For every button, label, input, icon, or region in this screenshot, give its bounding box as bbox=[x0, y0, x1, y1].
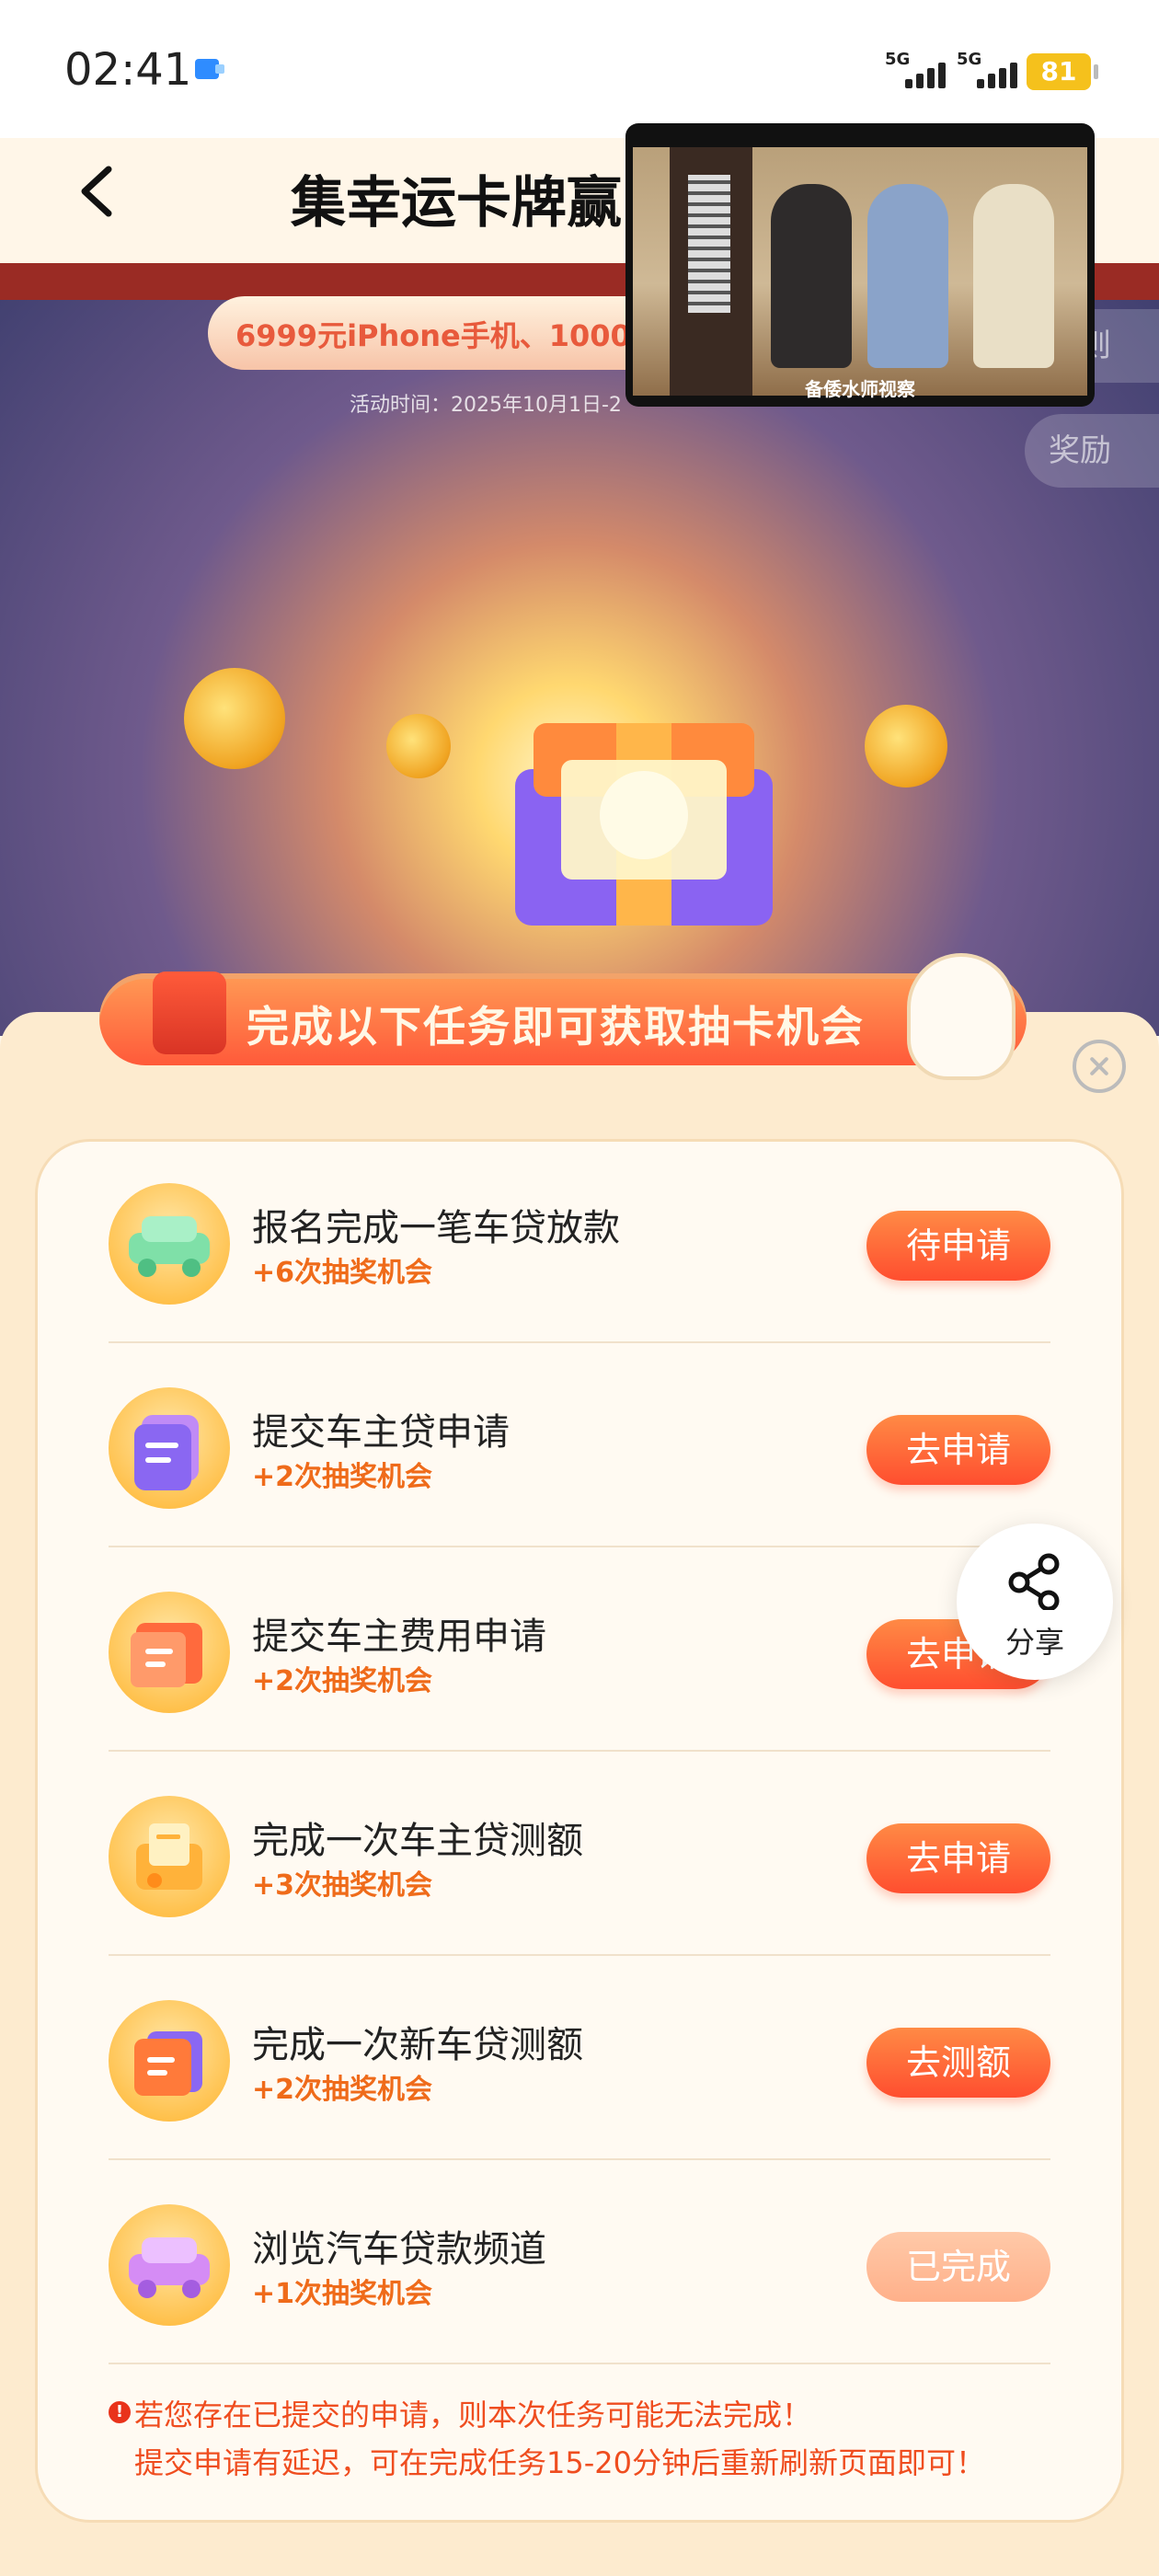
task-item: 提交车主贷申请 +2次抽奖机会 去申请 bbox=[109, 1345, 1050, 1547]
task-title: 提交车主贷申请 bbox=[252, 1411, 510, 1454]
status-bar: 02:41 5G 5G 81 bbox=[0, 0, 1159, 138]
apply-button[interactable]: 去申请 bbox=[866, 1823, 1050, 1893]
task-item: 完成一次新车贷测额 +2次抽奖机会 去测额 bbox=[109, 1958, 1050, 2160]
back-icon[interactable] bbox=[74, 164, 120, 219]
coin-icon bbox=[386, 714, 451, 778]
notice-line: 若您存在已提交的申请，则本次任务可能无法完成！ bbox=[134, 2398, 812, 2432]
task-reward: +2次抽奖机会 bbox=[252, 1461, 433, 1493]
pending-apply-button[interactable]: 待申请 bbox=[866, 1211, 1050, 1281]
video-caption: 备倭水师视察 bbox=[805, 378, 915, 400]
gift-box-icon bbox=[478, 668, 809, 944]
divider bbox=[109, 2363, 1050, 2364]
signal-icon: 5G bbox=[957, 50, 1030, 90]
rewards-button[interactable]: 奖励 bbox=[1025, 414, 1159, 488]
document-icon bbox=[109, 1592, 230, 1713]
task-reward: +2次抽奖机会 bbox=[252, 1665, 433, 1697]
cards-icon bbox=[109, 1387, 230, 1509]
task-item: 提交车主费用申请 +2次抽奖机会 去申请 bbox=[109, 1549, 1050, 1752]
signal-icon: 5G bbox=[885, 50, 958, 90]
task-title: 浏览汽车贷款频道 bbox=[252, 2228, 546, 2271]
task-reward: +6次抽奖机会 bbox=[252, 1257, 433, 1289]
bunny-mascot bbox=[911, 957, 1012, 1076]
share-label: 分享 bbox=[1004, 1625, 1064, 1660]
divider bbox=[109, 1954, 1050, 1956]
divider bbox=[109, 1341, 1050, 1343]
task-title: 完成一次车主贷测额 bbox=[252, 1820, 583, 1862]
task-title: 报名完成一笔车贷放款 bbox=[252, 1207, 620, 1249]
task-reward: +2次抽奖机会 bbox=[252, 2074, 433, 2106]
task-item: 浏览汽车贷款频道 +1次抽奖机会 已完成 bbox=[109, 2162, 1050, 2364]
task-item: 完成一次车主贷测额 +3次抽奖机会 去申请 bbox=[109, 1754, 1050, 1956]
video-frame bbox=[633, 147, 1087, 396]
battery-icon: 81 bbox=[1027, 53, 1098, 90]
floating-video-player[interactable]: 备倭水师视察 bbox=[625, 123, 1095, 407]
task-reward: +1次抽奖机会 bbox=[252, 2278, 433, 2310]
app-notification-icon bbox=[195, 59, 224, 79]
cards-icon bbox=[109, 2000, 230, 2122]
gift-icon bbox=[153, 972, 226, 1054]
divider bbox=[109, 1750, 1050, 1752]
coin-icon bbox=[184, 668, 285, 769]
task-banner-text: 完成以下任务即可获取抽卡机会 bbox=[247, 1002, 865, 1052]
clock: 02:41 bbox=[64, 44, 192, 96]
share-button[interactable]: 分享 bbox=[957, 1524, 1113, 1680]
apply-button[interactable]: 去申请 bbox=[866, 1415, 1050, 1485]
event-date: 活动时间：2025年10月1日-2 bbox=[350, 394, 622, 417]
divider bbox=[109, 2158, 1050, 2160]
coin-icon bbox=[865, 705, 947, 788]
task-title: 提交车主费用申请 bbox=[252, 1616, 546, 1658]
close-icon[interactable] bbox=[1073, 1040, 1126, 1093]
completed-button[interactable]: 已完成 bbox=[866, 2232, 1050, 2302]
prize-subhead: 6999元iPhone手机、1000 bbox=[208, 296, 686, 370]
divider bbox=[109, 1546, 1050, 1547]
task-banner: 完成以下任务即可获取抽卡机会 bbox=[99, 973, 1027, 1065]
page-title: 集幸运卡牌赢 bbox=[291, 171, 622, 236]
share-icon bbox=[1008, 1553, 1060, 1610]
envelope-icon bbox=[109, 1796, 230, 1917]
task-reward: +3次抽奖机会 bbox=[252, 1869, 433, 1902]
task-item: 报名完成一笔车贷放款 +6次抽奖机会 待申请 bbox=[109, 1141, 1050, 1343]
measure-button[interactable]: 去测额 bbox=[866, 2028, 1050, 2098]
car-icon bbox=[109, 2204, 230, 2326]
notice-line: 提交申请有延迟，可在完成任务15-20分钟后重新刷新页面即可！ bbox=[134, 2445, 985, 2480]
car-icon bbox=[109, 1183, 230, 1305]
task-title: 完成一次新车贷测额 bbox=[252, 2024, 583, 2066]
